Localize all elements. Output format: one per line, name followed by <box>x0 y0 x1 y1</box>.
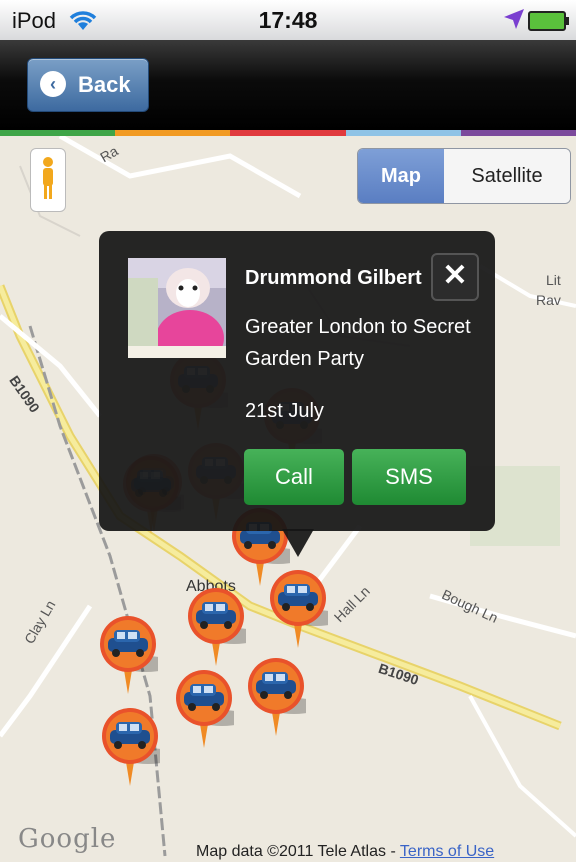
car-marker-pin[interactable] <box>100 706 174 786</box>
car-marker-pin[interactable] <box>186 586 260 666</box>
popup-route: Greater London to Secret Garden Party <box>245 316 471 370</box>
status-time: 17:48 <box>258 7 318 33</box>
location-arrow-icon <box>503 8 525 35</box>
info-popup: Drummond Gilbert ✕ Greater London to Sec… <box>99 231 495 557</box>
back-button-label: Back <box>78 72 131 97</box>
map-label-lit: Lit <box>546 272 561 288</box>
close-icon[interactable]: ✕ <box>431 253 479 301</box>
popup-pointer <box>282 529 314 557</box>
user-avatar <box>128 258 226 358</box>
map-view[interactable]: Ra Lit Rav B1090 Clay Ln Abbots Hall Ln … <box>0 136 576 862</box>
popup-date: 21st July <box>245 400 324 422</box>
map-type-map-button[interactable]: Map <box>358 149 444 203</box>
chevron-left-icon: ‹ <box>40 71 66 97</box>
call-button[interactable]: Call <box>244 449 344 505</box>
back-button[interactable]: ‹ Back <box>27 58 149 112</box>
car-marker-pin[interactable] <box>174 668 248 748</box>
attribution-text: Map data ©2011 Tele Atlas - <box>196 843 400 860</box>
map-type-toggle: Map Satellite <box>357 148 571 204</box>
nav-bar: ‹ Back <box>0 40 576 130</box>
street-view-pegman-icon[interactable] <box>30 148 66 212</box>
car-marker-pin[interactable] <box>246 656 320 736</box>
status-bar: iPod 17:48 <box>0 0 576 40</box>
google-logo: Google <box>18 824 117 854</box>
battery-icon <box>528 11 569 31</box>
terms-of-use-link[interactable]: Terms of Use <box>400 843 494 860</box>
map-type-satellite-button[interactable]: Satellite <box>444 149 570 203</box>
car-marker-pin[interactable] <box>98 614 172 694</box>
map-label-rav: Rav <box>536 292 561 308</box>
sms-button[interactable]: SMS <box>352 449 466 505</box>
popup-name: Drummond Gilbert <box>245 267 422 289</box>
map-attribution: Map data ©2011 Tele Atlas - Terms of Use <box>196 843 494 861</box>
